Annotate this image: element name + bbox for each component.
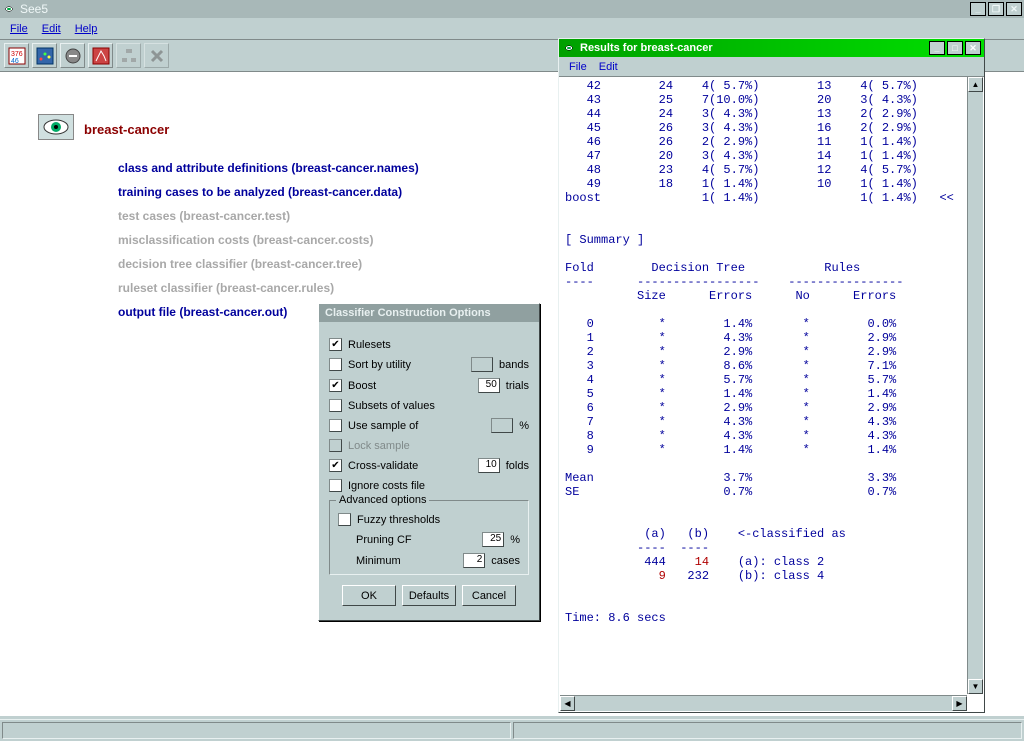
fuzzy-label: Fuzzy thresholds bbox=[357, 514, 440, 526]
results-vscrollbar[interactable]: ▲ ▼ bbox=[967, 77, 983, 694]
toolbar-data-button[interactable]: 37646 bbox=[4, 43, 29, 68]
app-icon bbox=[2, 4, 16, 14]
results-body: 42 24 4( 5.7%) 13 4( 5.7%) 43 25 7(10.0%… bbox=[559, 77, 984, 712]
toolbar-run-button[interactable] bbox=[88, 43, 113, 68]
ignore-costs-checkbox[interactable] bbox=[329, 479, 342, 492]
cross-validate-label: Cross-validate bbox=[348, 460, 418, 472]
dataset-eye-icon bbox=[38, 114, 74, 140]
menu-edit[interactable]: Edit bbox=[36, 21, 67, 37]
file-list-item[interactable]: training cases to be analyzed (breast-ca… bbox=[118, 180, 419, 204]
cross-validate-checkbox[interactable]: ✔ bbox=[329, 459, 342, 472]
ok-button[interactable]: OK bbox=[342, 585, 396, 606]
sample-pct-input[interactable] bbox=[491, 418, 513, 433]
main-title-bar: See5 _ ❐ ✕ bbox=[0, 0, 1024, 18]
toolbar-delete-button[interactable] bbox=[144, 43, 169, 68]
dataset-name: breast-cancer bbox=[84, 122, 169, 137]
toolbar-tree-button[interactable] bbox=[116, 43, 141, 68]
results-icon bbox=[562, 43, 576, 53]
results-maximize-button[interactable]: □ bbox=[947, 41, 963, 55]
file-list-item[interactable]: class and attribute definitions (breast-… bbox=[118, 156, 419, 180]
ignore-costs-label: Ignore costs file bbox=[348, 480, 425, 492]
boost-checkbox[interactable]: ✔ bbox=[329, 379, 342, 392]
lock-sample-label: Lock sample bbox=[348, 440, 410, 452]
results-title: Results for breast-cancer bbox=[580, 42, 713, 54]
trials-label: trials bbox=[506, 380, 529, 392]
results-menu-file[interactable]: File bbox=[563, 61, 593, 73]
toolbar-scatter-button[interactable] bbox=[32, 43, 57, 68]
results-window: Results for breast-cancer _ □ ✕ File Edi… bbox=[558, 38, 985, 713]
scroll-right-button[interactable]: ▶ bbox=[952, 696, 967, 711]
scroll-left-button[interactable]: ◀ bbox=[560, 696, 575, 711]
advanced-options-title: Advanced options bbox=[336, 494, 429, 506]
minimum-unit: cases bbox=[491, 555, 520, 567]
lock-sample-checkbox bbox=[329, 439, 342, 452]
file-list-item: test cases (breast-cancer.test) bbox=[118, 204, 419, 228]
folds-input[interactable]: 10 bbox=[478, 458, 500, 473]
svg-text:376: 376 bbox=[11, 51, 23, 58]
sort-utility-checkbox[interactable] bbox=[329, 358, 342, 371]
bands-input[interactable] bbox=[471, 357, 493, 372]
advanced-options-group: Advanced options Fuzzy thresholds Prunin… bbox=[329, 500, 529, 575]
dialog-title: Classifier Construction Options bbox=[319, 304, 539, 322]
pruning-label: Pruning CF bbox=[356, 534, 412, 546]
pruning-unit: % bbox=[510, 534, 520, 546]
results-title-bar: Results for breast-cancer _ □ ✕ bbox=[559, 39, 984, 57]
results-menu-edit[interactable]: Edit bbox=[593, 61, 624, 73]
file-list-item: misclassification costs (breast-cancer.c… bbox=[118, 228, 419, 252]
results-hscrollbar[interactable]: ◀ ▶ bbox=[560, 695, 967, 711]
scroll-up-button[interactable]: ▲ bbox=[968, 77, 983, 92]
svg-text:46: 46 bbox=[11, 58, 19, 65]
minimum-input[interactable]: 2 bbox=[463, 553, 485, 568]
menu-help[interactable]: Help bbox=[69, 21, 104, 37]
results-close-button[interactable]: ✕ bbox=[965, 41, 981, 55]
subsets-checkbox[interactable] bbox=[329, 399, 342, 412]
status-cell-2 bbox=[513, 722, 1022, 739]
results-minimize-button[interactable]: _ bbox=[929, 41, 945, 55]
rulesets-label: Rulesets bbox=[348, 339, 391, 351]
toolbar-stop-button[interactable] bbox=[60, 43, 85, 68]
file-list-item: decision tree classifier (breast-cancer.… bbox=[118, 252, 419, 276]
defaults-button[interactable]: Defaults bbox=[402, 585, 456, 606]
close-button[interactable]: ✕ bbox=[1006, 2, 1022, 16]
maximize-button[interactable]: ❐ bbox=[988, 2, 1004, 16]
bands-label: bands bbox=[499, 359, 529, 371]
file-list: class and attribute definitions (breast-… bbox=[118, 156, 419, 324]
app-title: See5 bbox=[20, 2, 48, 16]
cancel-button[interactable]: Cancel bbox=[462, 585, 516, 606]
file-list-item: ruleset classifier (breast-cancer.rules) bbox=[118, 276, 419, 300]
options-dialog: Classifier Construction Options ✔ Rulese… bbox=[318, 303, 540, 621]
scroll-down-button[interactable]: ▼ bbox=[968, 679, 983, 694]
pruning-input[interactable]: 25 bbox=[482, 532, 504, 547]
menu-file[interactable]: File bbox=[4, 21, 34, 37]
trials-input[interactable]: 50 bbox=[478, 378, 500, 393]
minimum-label: Minimum bbox=[356, 555, 401, 567]
boost-label: Boost bbox=[348, 380, 376, 392]
sample-label: Use sample of bbox=[348, 420, 418, 432]
sample-checkbox[interactable] bbox=[329, 419, 342, 432]
fuzzy-checkbox[interactable] bbox=[338, 513, 351, 526]
status-bar bbox=[0, 719, 1024, 741]
minimize-button[interactable]: _ bbox=[970, 2, 986, 16]
results-menu-bar: File Edit bbox=[559, 57, 984, 77]
sort-utility-label: Sort by utility bbox=[348, 359, 411, 371]
rulesets-checkbox[interactable]: ✔ bbox=[329, 338, 342, 351]
folds-label: folds bbox=[506, 460, 529, 472]
sample-pct-label: % bbox=[519, 420, 529, 432]
main-menu-bar: File Edit Help bbox=[0, 18, 1024, 40]
subsets-label: Subsets of values bbox=[348, 400, 435, 412]
status-cell-1 bbox=[2, 722, 511, 739]
